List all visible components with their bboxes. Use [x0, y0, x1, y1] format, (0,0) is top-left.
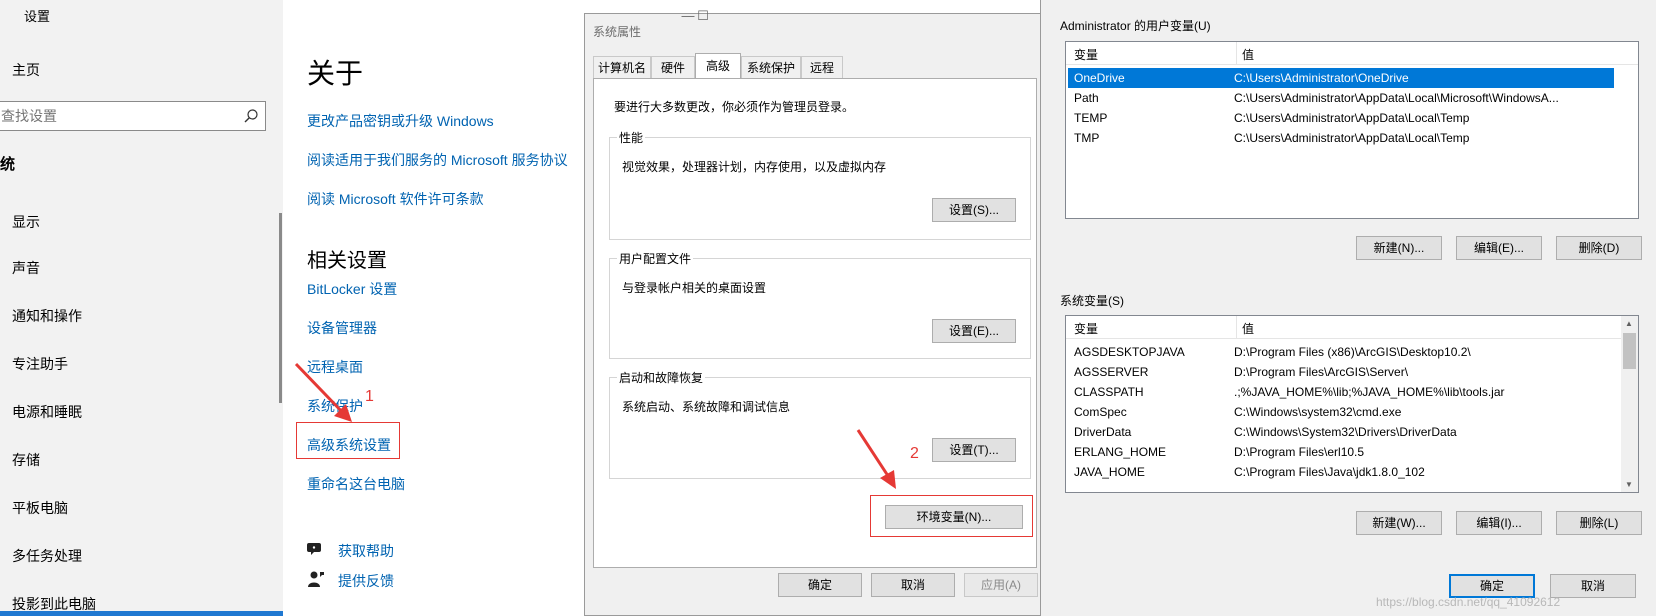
user-edit-button[interactable]: 编辑(E)...	[1456, 236, 1542, 260]
link-license-terms[interactable]: 阅读 Microsoft 软件许可条款	[307, 189, 484, 209]
system-vars-scrollbar[interactable]: ▲ ▼	[1621, 316, 1638, 492]
page-title: 关于	[307, 58, 364, 89]
user-vars-list[interactable]: 变量 值 OneDrive C:\Users\Administrator\One…	[1065, 41, 1639, 219]
group-desc-user-profiles: 与登录帐户相关的桌面设置	[622, 281, 767, 295]
group-startup-recovery: 启动和故障恢复 系统启动、系统故障和调试信息 设置(T)...	[609, 369, 1031, 479]
annotation-number-1: 1	[365, 388, 374, 405]
link-service-agreement[interactable]: 阅读适用于我们服务的 Microsoft 服务协议	[307, 150, 568, 170]
annotation-number-2: 2	[910, 445, 919, 462]
user-new-button[interactable]: 新建(N)...	[1356, 236, 1442, 260]
performance-settings-button[interactable]: 设置(S)...	[932, 198, 1016, 222]
nav-item-notifications[interactable]: 通知和操作	[12, 306, 82, 326]
system-vars-label: 系统变量(S)	[1060, 294, 1124, 308]
tab-system-protection[interactable]: 系统保护	[741, 56, 801, 78]
table-row[interactable]: TMP C:\Users\Administrator\AppData\Local…	[1068, 128, 1614, 148]
scroll-up-icon[interactable]: ▲	[1625, 319, 1633, 328]
user-vars-header: 变量 值	[1066, 42, 1638, 65]
scroll-thumb[interactable]	[1623, 333, 1636, 369]
feedback-person-icon	[308, 571, 324, 587]
table-row[interactable]: CLASSPATH .;%JAVA_HOME%\lib;%JAVA_HOME%\…	[1068, 382, 1604, 402]
nav-item-storage[interactable]: 存储	[12, 450, 40, 470]
group-label-startup-recovery: 启动和故障恢复	[617, 369, 706, 386]
nav-item-multitasking[interactable]: 多任务处理	[12, 546, 82, 566]
user-vars-label: Administrator 的用户变量(U)	[1060, 19, 1211, 33]
table-row[interactable]: Path C:\Users\Administrator\AppData\Loca…	[1068, 88, 1614, 108]
tab-computer-name[interactable]: 计算机名	[593, 56, 651, 78]
tab-advanced[interactable]: 高级	[695, 53, 741, 79]
group-desc-performance: 视觉效果，处理器计划，内存使用，以及虚拟内存	[622, 160, 887, 174]
group-desc-startup-recovery: 系统启动、系统故障和调试信息	[622, 400, 791, 414]
nav-item-sound[interactable]: 声音	[12, 258, 40, 278]
sysprops-ok-button[interactable]: 确定	[778, 573, 862, 597]
user-profiles-settings-button[interactable]: 设置(E)...	[932, 319, 1016, 343]
settings-window-title: 设置	[24, 9, 51, 24]
advanced-tab-panel: 要进行大多数更改，你必须作为管理员登录。 性能 视觉效果，处理器计划，内存使用，…	[593, 78, 1037, 568]
search-input[interactable]	[0, 102, 236, 130]
nav-item-tablet[interactable]: 平板电脑	[12, 498, 68, 518]
annotation-arrow-1	[294, 362, 352, 422]
column-header-variable[interactable]: 变量	[1074, 46, 1098, 63]
group-user-profiles: 用户配置文件 与登录帐户相关的桌面设置 设置(E)...	[609, 250, 1031, 359]
link-feedback[interactable]: 提供反馈	[338, 571, 394, 591]
settings-sidebar: 设置 主页 统 显示 声音 通知和操作 专注助手 电源和睡眠 存储 平板电脑 多…	[0, 0, 283, 616]
column-header-value[interactable]: 值	[1242, 46, 1254, 63]
search-icon	[244, 109, 258, 123]
system-edit-button[interactable]: 编辑(I)...	[1456, 511, 1542, 535]
startup-recovery-settings-button[interactable]: 设置(T)...	[932, 438, 1016, 462]
table-row[interactable]: AGSDESKTOPJAVA D:\Program Files (x86)\Ar…	[1068, 342, 1604, 362]
section-heading: 统	[0, 156, 16, 173]
tab-hardware[interactable]: 硬件	[651, 56, 695, 78]
search-box[interactable]	[0, 101, 266, 131]
system-delete-button[interactable]: 删除(L)	[1556, 511, 1642, 535]
nav-item-display[interactable]: 显示	[12, 212, 40, 232]
table-row[interactable]: DriverData C:\Windows\System32\Drivers\D…	[1068, 422, 1604, 442]
maximize-icon[interactable]: ☐	[686, 8, 720, 28]
link-get-help[interactable]: 获取帮助	[338, 541, 394, 561]
nav-item-focus-assist[interactable]: 专注助手	[12, 354, 68, 374]
admin-note: 要进行大多数更改，你必须作为管理员登录。	[614, 100, 855, 114]
column-header-value[interactable]: 值	[1242, 320, 1254, 337]
help-chat-icon	[307, 543, 321, 555]
sysprops-cancel-button[interactable]: 取消	[871, 573, 955, 597]
system-vars-header: 变量 值	[1066, 316, 1638, 339]
dialog-title: 系统属性	[593, 25, 642, 39]
group-label-performance: 性能	[617, 129, 646, 146]
link-device-manager[interactable]: 设备管理器	[307, 318, 377, 338]
annotation-arrow-2	[856, 429, 896, 489]
system-vars-list[interactable]: 变量 值 AGSDESKTOPJAVA D:\Program Files (x8…	[1065, 315, 1639, 493]
settings-window: 设置 主页 统 显示 声音 通知和操作 专注助手 电源和睡眠 存储 平板电脑 多…	[0, 0, 580, 616]
system-properties-dialog: 系统属性 — ☐ 计算机名 硬件 高级 系统保护 远程 要进行大多数更改，你必须…	[584, 8, 1044, 616]
table-row[interactable]: OneDrive C:\Users\Administrator\OneDrive	[1068, 68, 1614, 88]
group-performance: 性能 视觉效果，处理器计划，内存使用，以及虚拟内存 设置(S)...	[609, 129, 1031, 240]
scroll-down-icon[interactable]: ▼	[1625, 480, 1633, 489]
watermark: https://blog.csdn.net/qq_41092612	[1376, 595, 1561, 609]
table-row[interactable]: ERLANG_HOME D:\Program Files\erl10.5	[1068, 442, 1604, 462]
link-bitlocker[interactable]: BitLocker 设置	[307, 279, 397, 299]
link-change-product-key[interactable]: 更改产品密钥或升级 Windows	[307, 111, 494, 131]
tab-remote[interactable]: 远程	[801, 56, 843, 78]
env-cancel-button[interactable]: 取消	[1550, 574, 1636, 598]
sidebar-scrollbar[interactable]	[279, 213, 282, 403]
column-header-variable[interactable]: 变量	[1074, 320, 1098, 337]
table-row[interactable]: AGSSERVER D:\Program Files\ArcGIS\Server…	[1068, 362, 1604, 382]
group-label-user-profiles: 用户配置文件	[617, 250, 694, 267]
environment-variables-dialog: Administrator 的用户变量(U) 变量 值 OneDrive C:\…	[1040, 0, 1656, 616]
user-delete-button[interactable]: 删除(D)	[1556, 236, 1642, 260]
taskbar-accent	[0, 611, 283, 616]
table-row[interactable]: ComSpec C:\Windows\system32\cmd.exe	[1068, 402, 1604, 422]
system-new-button[interactable]: 新建(W)...	[1356, 511, 1442, 535]
related-settings-heading: 相关设置	[307, 250, 387, 272]
sysprops-apply-button[interactable]: 应用(A)	[964, 573, 1038, 597]
nav-item-power-sleep[interactable]: 电源和睡眠	[12, 402, 82, 422]
link-rename-pc[interactable]: 重命名这台电脑	[307, 474, 405, 494]
highlight-box-env-vars	[870, 495, 1033, 537]
table-row[interactable]: TEMP C:\Users\Administrator\AppData\Loca…	[1068, 108, 1614, 128]
table-row[interactable]: JAVA_HOME C:\Program Files\Java\jdk1.8.0…	[1068, 462, 1604, 482]
nav-home[interactable]: 主页	[12, 60, 40, 80]
